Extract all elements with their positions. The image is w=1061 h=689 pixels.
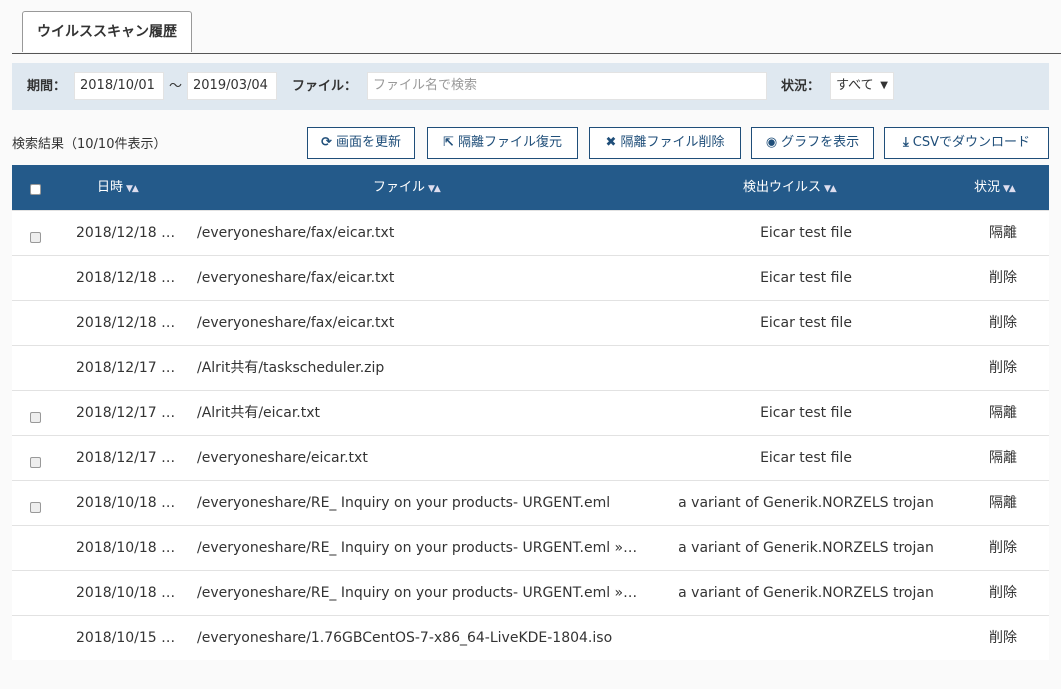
chevron-down-icon: ▼ — [880, 80, 888, 91]
virus-cell: Eicar test file — [760, 225, 852, 241]
status-cell: 隔離 — [989, 405, 1017, 421]
share-icon: ⇱ — [443, 135, 454, 150]
show-graph-button[interactable]: ◉ グラフを表示 — [751, 127, 874, 159]
status-label: 状況： — [781, 79, 821, 94]
sort-icon[interactable]: ▼▲ — [824, 184, 837, 194]
file-cell: /everyoneshare/fax/eicar.txt — [197, 270, 395, 286]
status-cell: 削除 — [989, 360, 1017, 376]
status-select[interactable]: すべて ▼ — [830, 72, 894, 100]
table-row[interactable]: 2018/12/18 … /everyoneshare/fax/eicar.txt… — [12, 255, 1049, 300]
row-checkbox[interactable] — [30, 502, 41, 513]
result-count: 検索結果（10/10件表示） — [12, 137, 167, 152]
date-cell: 2018/12/17 … — [76, 450, 176, 466]
date-cell: 2018/12/18 … — [76, 225, 176, 241]
period-label: 期間： — [27, 79, 67, 94]
sort-icon[interactable]: ▼▲ — [428, 184, 441, 194]
status-cell: 削除 — [989, 270, 1017, 286]
file-cell: /Alrit共有/eicar.txt — [197, 405, 320, 421]
table-row[interactable]: 2018/12/18 … /everyoneshare/fax/eicar.txt… — [12, 300, 1049, 345]
file-cell: /everyoneshare/eicar.txt — [197, 450, 368, 466]
status-cell: 削除 — [989, 585, 1017, 601]
table-row[interactable]: 2018/12/18 … /everyoneshare/fax/eicar.txt… — [12, 210, 1049, 255]
table-row[interactable]: 2018/12/17 … /everyoneshare/eicar.txt Eica… — [12, 435, 1049, 480]
file-cell: /everyoneshare/1.76GBCentOS-7-x86_64-Liv… — [197, 630, 613, 646]
file-cell: /everyoneshare/fax/eicar.txt — [197, 315, 395, 331]
virus-cell: a variant of Generik.NORZELS trojan — [678, 540, 934, 556]
status-select-value: すべて — [836, 78, 874, 93]
file-label: ファイル： — [292, 79, 358, 94]
date-from-input[interactable]: 2018/10/01 — [74, 72, 164, 100]
table-header: 日時 ▼▲ ファイル ▼▲ 検出ウイルス ▼▲ 状況 ▼▲ — [12, 165, 1049, 210]
refresh-button[interactable]: ⟳ 画面を更新 — [307, 127, 415, 159]
date-cell: 2018/12/18 … — [76, 270, 176, 286]
select-all-checkbox[interactable] — [30, 184, 41, 195]
header-status: 状況 ▼▲ — [974, 180, 1016, 195]
sort-icon[interactable]: ▼▲ — [126, 184, 139, 194]
filter-bar: 期間： 2018/10/01 〜 2019/03/04 ファイル： ファイル名で… — [12, 63, 1049, 110]
tab-bar: ウイルススキャン履歴 — [12, 0, 1061, 54]
header-date: 日時 ▼▲ — [97, 180, 139, 195]
date-cell: 2018/12/18 … — [76, 315, 176, 331]
file-cell: /everyoneshare/RE_ Inquiry on your produ… — [197, 540, 638, 556]
delete-quarantine-button[interactable]: ✖ 隔離ファイル削除 — [589, 127, 741, 159]
date-cell: 2018/10/18 … — [76, 495, 176, 511]
table-row[interactable]: 2018/10/18 … /everyoneshare/RE_ Inquiry o… — [12, 480, 1049, 525]
row-checkbox[interactable] — [30, 232, 41, 243]
date-cell: 2018/12/17 … — [76, 360, 176, 376]
date-cell: 2018/10/15 … — [76, 630, 176, 646]
virus-cell: Eicar test file — [760, 315, 852, 331]
table-body: 2018/12/18 … /everyoneshare/fax/eicar.txt… — [12, 210, 1049, 660]
status-cell: 隔離 — [989, 495, 1017, 511]
virus-cell: Eicar test file — [760, 450, 852, 466]
row-checkbox[interactable] — [30, 412, 41, 423]
tab-virus-scan-history[interactable]: ウイルススキャン履歴 — [22, 11, 192, 52]
sort-icon[interactable]: ▼▲ — [1003, 184, 1016, 194]
table-row[interactable]: 2018/12/17 … /Alrit共有/eicar.txt Eicar test… — [12, 390, 1049, 435]
date-cell: 2018/10/18 … — [76, 540, 176, 556]
file-cell: /everyoneshare/RE_ Inquiry on your produ… — [197, 585, 638, 601]
date-separator: 〜 — [169, 79, 183, 94]
refresh-icon: ⟳ — [321, 135, 332, 150]
status-cell: 隔離 — [989, 450, 1017, 466]
csv-download-button[interactable]: ⤓ CSVでダウンロード — [884, 127, 1049, 159]
file-cell: /everyoneshare/fax/eicar.txt — [197, 225, 395, 241]
file-search-input[interactable]: ファイル名で検索 — [367, 72, 767, 100]
date-to-input[interactable]: 2019/03/04 — [187, 72, 277, 100]
close-icon: ✖ — [605, 135, 617, 150]
header-file: ファイル ▼▲ — [373, 180, 441, 195]
table-row[interactable]: 2018/10/15 … /everyoneshare/1.76GBCentOS-… — [12, 615, 1049, 660]
virus-cell: a variant of Generik.NORZELS trojan — [678, 585, 934, 601]
date-cell: 2018/10/18 … — [76, 585, 176, 601]
table-row[interactable]: 2018/12/17 … /Alrit共有/taskscheduler.zip 削除 — [12, 345, 1049, 390]
header-virus: 検出ウイルス ▼▲ — [743, 180, 837, 195]
status-cell: 削除 — [989, 630, 1017, 646]
virus-cell: a variant of Generik.NORZELS trojan — [678, 495, 934, 511]
table-row[interactable]: 2018/10/18 … /everyoneshare/RE_ Inquiry o… — [12, 570, 1049, 615]
file-cell: /Alrit共有/taskscheduler.zip — [197, 360, 385, 376]
download-icon: ⤓ — [903, 135, 909, 150]
date-cell: 2018/12/17 … — [76, 405, 176, 421]
status-cell: 削除 — [989, 315, 1017, 331]
table-row[interactable]: 2018/10/18 … /everyoneshare/RE_ Inquiry o… — [12, 525, 1049, 570]
virus-cell: Eicar test file — [760, 270, 852, 286]
row-checkbox[interactable] — [30, 457, 41, 468]
circle-dot-icon: ◉ — [765, 135, 778, 150]
status-cell: 削除 — [989, 540, 1017, 556]
file-cell: /everyoneshare/RE_ Inquiry on your produ… — [197, 495, 611, 511]
scan-history-table: 日時 ▼▲ ファイル ▼▲ 検出ウイルス ▼▲ 状況 ▼▲ 2018/12/18 … /e… — [12, 165, 1049, 660]
restore-quarantine-button[interactable]: ⇱ 隔離ファイル復元 — [427, 127, 578, 159]
status-cell: 隔離 — [989, 225, 1017, 241]
virus-cell: Eicar test file — [760, 405, 852, 421]
